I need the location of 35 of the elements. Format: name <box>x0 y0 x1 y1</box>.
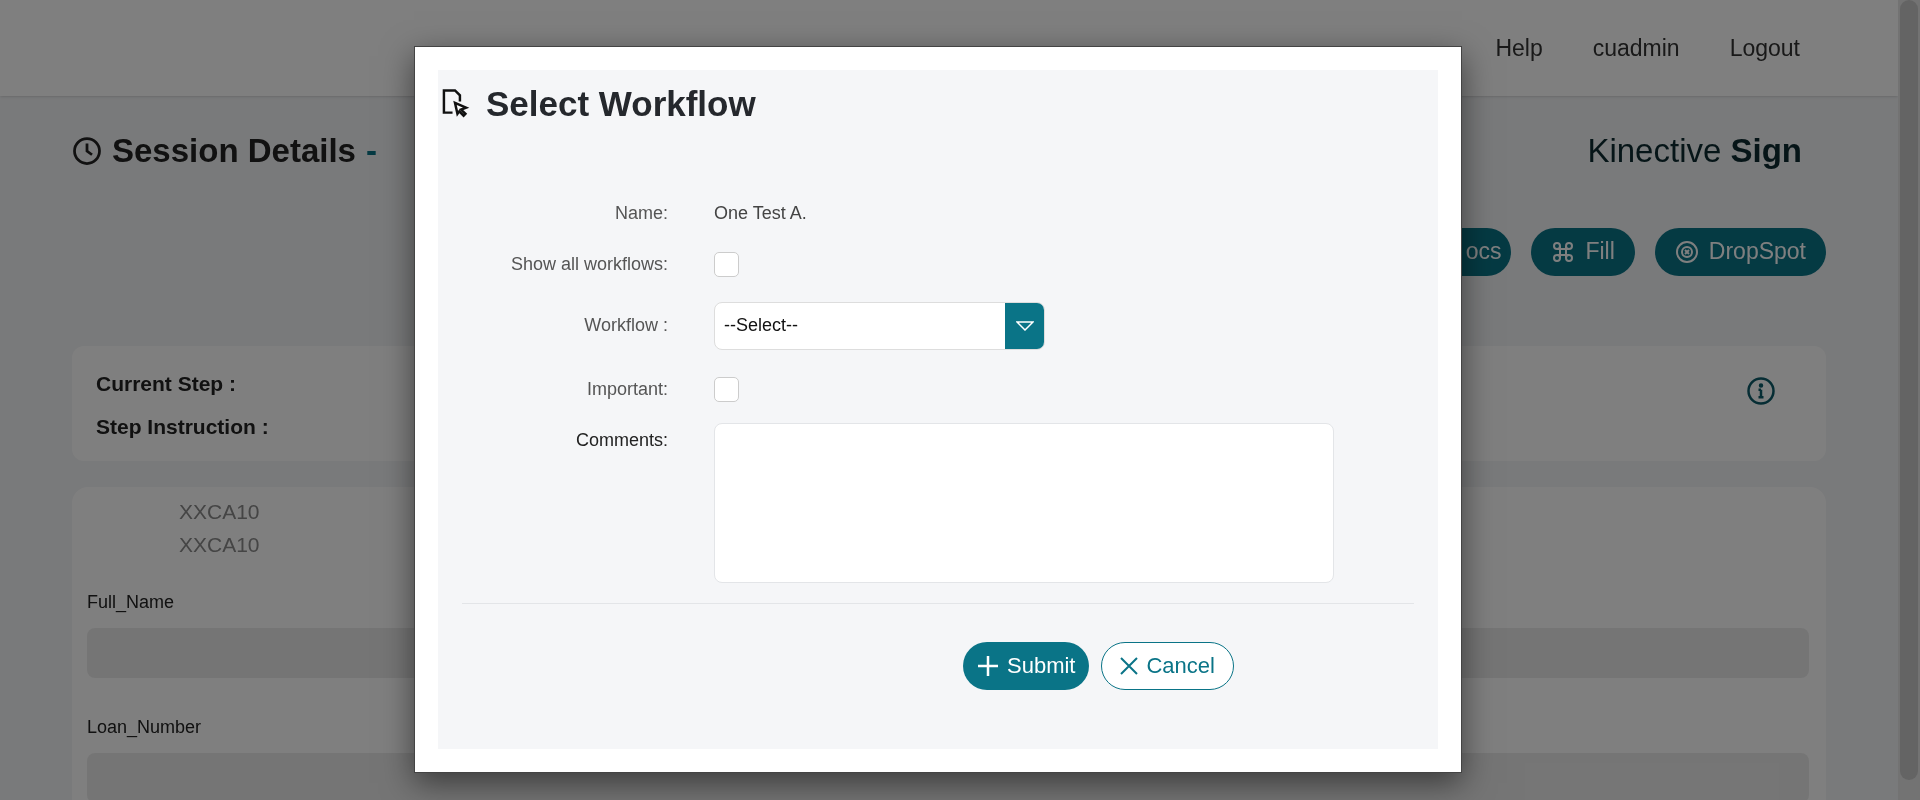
close-icon <box>1120 656 1139 675</box>
field-label: Name: <box>614 202 668 225</box>
command-icon <box>1551 239 1576 264</box>
clock-icon <box>72 135 102 166</box>
checkbox[interactable] <box>714 377 739 402</box>
scrollbar[interactable] <box>1898 0 1920 800</box>
field-label: Show all workflows: <box>509 253 668 276</box>
comments-textarea[interactable] <box>714 422 1334 583</box>
field-label: Comments: <box>574 428 668 452</box>
fill-button[interactable]: Fill <box>1531 227 1635 276</box>
cancel-button[interactable]: Cancel <box>1101 641 1234 690</box>
modal-title: Select Workflow <box>486 83 756 125</box>
document-code: XXCA10 <box>179 498 260 525</box>
target-icon <box>1674 239 1699 264</box>
dropspot-button[interactable]: DropSpot <box>1654 227 1826 276</box>
field-label: Important: <box>585 378 668 401</box>
page-title: Session Details <box>112 131 356 171</box>
document-code: XXCA10 <box>179 531 260 558</box>
caret-icon <box>1015 320 1034 331</box>
field-label: Loan_Number <box>87 715 203 740</box>
info-icon[interactable] <box>1746 375 1776 406</box>
checkbox[interactable] <box>714 252 739 277</box>
nav-link[interactable]: Logout <box>1729 30 1800 66</box>
step-label: Current Step : <box>96 370 236 397</box>
title-separator: - <box>365 131 377 171</box>
nav-link[interactable]: Help <box>1495 30 1543 66</box>
plus-icon <box>977 654 999 677</box>
field-label: Full_Name <box>87 590 176 615</box>
field-value: One Test A. <box>714 202 807 225</box>
workflow-dropdown[interactable]: --Select-- <box>714 301 1045 350</box>
submit-button[interactable]: Submit <box>963 641 1090 690</box>
step-label: Step Instruction : <box>96 414 269 440</box>
brand-logo: Kinective Sign <box>1587 131 1802 171</box>
field-label: Workflow : <box>583 314 668 337</box>
nav-link[interactable]: cuadmin <box>1592 30 1680 66</box>
